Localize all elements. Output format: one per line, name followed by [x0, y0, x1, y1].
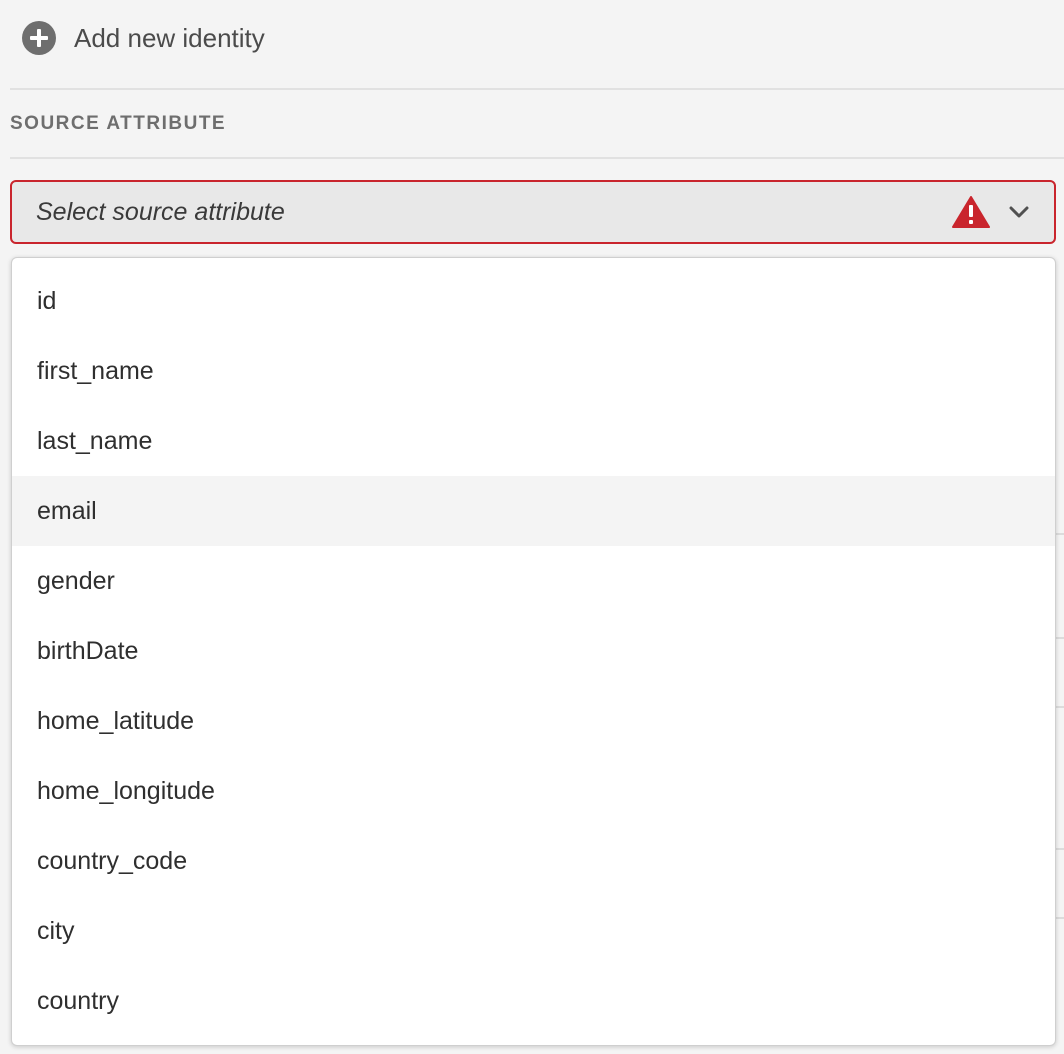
- menu-item-last-name[interactable]: last_name: [12, 406, 1055, 476]
- page: Add new identity SOURCE ATTRIBUTE Select…: [0, 0, 1064, 1054]
- divider: [10, 157, 1064, 159]
- divider: [1056, 533, 1064, 535]
- divider: [1056, 637, 1064, 639]
- picker-placeholder: Select source attribute: [36, 197, 285, 226]
- add-new-identity-label: Add new identity: [74, 22, 265, 53]
- menu-item-birthdate[interactable]: birthDate: [12, 616, 1055, 686]
- alert-triangle-icon: [952, 196, 990, 228]
- menu-item-first-name[interactable]: first_name: [12, 336, 1055, 406]
- menu-item-id[interactable]: id: [12, 266, 1055, 336]
- source-attribute-picker[interactable]: Select source attribute: [10, 180, 1056, 244]
- divider: [1056, 706, 1064, 708]
- add-new-identity-button[interactable]: Add new identity: [22, 18, 265, 58]
- menu-item-home-latitude[interactable]: home_latitude: [12, 686, 1055, 756]
- section-title: SOURCE ATTRIBUTE: [10, 113, 227, 134]
- divider: [1056, 917, 1064, 919]
- plus-circle-icon: [22, 21, 56, 55]
- menu-item-email[interactable]: email: [12, 476, 1055, 546]
- divider: [1056, 848, 1064, 850]
- menu-item-gender[interactable]: gender: [12, 546, 1055, 616]
- source-attribute-menu: id first_name last_name email gender birthDat…: [11, 257, 1056, 1046]
- chevron-down-icon: [1009, 206, 1029, 218]
- menu-item-country-code[interactable]: country_code: [12, 826, 1055, 896]
- divider: [10, 88, 1064, 90]
- menu-item-country[interactable]: country: [12, 966, 1055, 1036]
- menu-item-city[interactable]: city: [12, 896, 1055, 966]
- menu-item-home-longitude[interactable]: home_longitude: [12, 756, 1055, 826]
